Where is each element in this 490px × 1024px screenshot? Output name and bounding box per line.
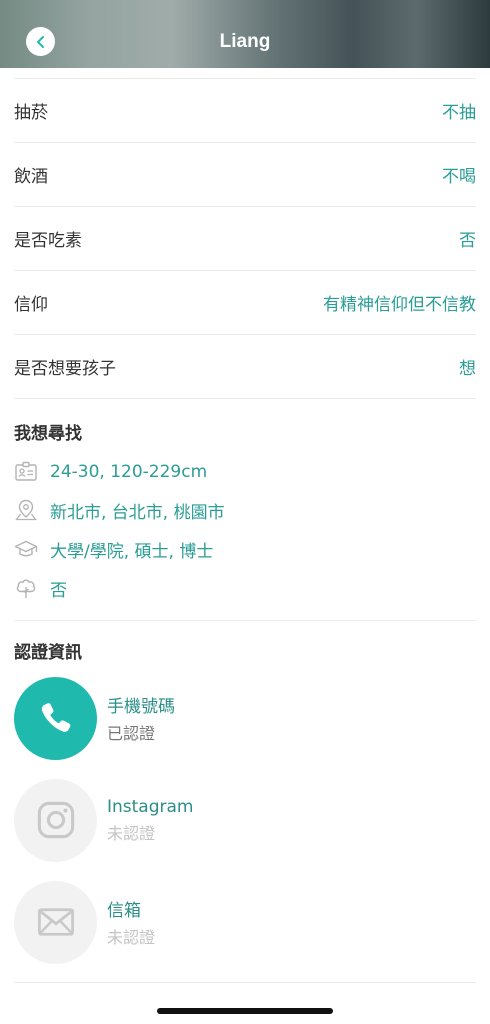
looking-for-age-height: 24-30, 120-229cm — [14, 457, 207, 487]
looking-for-title: 我想尋找 — [14, 424, 82, 444]
verification-status: 已認證 — [107, 724, 156, 743]
looking-for-text: 否 — [50, 580, 67, 601]
verification-name: Instagram — [107, 796, 194, 817]
detail-value: 想 — [459, 359, 476, 379]
detail-value: 否 — [459, 231, 476, 251]
looking-for-text: 新北市, 台北市, 桃園市 — [50, 502, 225, 523]
verification-badge — [14, 676, 97, 760]
profile-header: Liang — [0, 0, 490, 68]
looking-for-text: 大學/學院, 碩士, 博士 — [50, 541, 214, 562]
verification-title: 認證資訊 — [14, 643, 82, 663]
phone-icon — [37, 699, 75, 737]
detail-label: 抽菸 — [14, 103, 48, 123]
looking-for-text: 24-30, 120-229cm — [50, 462, 208, 482]
looking-for-education: 大學/學院, 碩士, 博士 — [14, 534, 213, 564]
verification-instagram: Instagram 未認證 — [14, 778, 194, 862]
detail-row-drinking: 飲酒 不喝 — [14, 143, 476, 207]
verification-name: 手機號碼 — [107, 697, 175, 717]
divider — [14, 982, 476, 983]
verification-phone: 手機號碼 已認證 — [14, 676, 175, 760]
location-pin-icon — [14, 498, 38, 522]
detail-label: 信仰 — [14, 295, 48, 315]
detail-row-vegetarian: 是否吃素 否 — [14, 207, 476, 271]
instagram-icon — [35, 799, 77, 841]
page-title: Liang — [219, 31, 271, 52]
divider — [14, 620, 476, 621]
detail-row-children: 是否想要孩子 想 — [14, 335, 476, 399]
detail-label: 飲酒 — [14, 167, 48, 187]
verification-name: 信箱 — [107, 901, 141, 921]
looking-for-other: 否 — [14, 573, 67, 603]
detail-value: 有精神信仰但不信教 — [323, 295, 476, 315]
id-card-icon — [14, 460, 38, 484]
mail-icon — [35, 901, 77, 943]
detail-row-religion: 信仰 有精神信仰但不信教 — [14, 271, 476, 335]
detail-label: 是否想要孩子 — [14, 359, 116, 379]
detail-row-smoking: 抽菸 不抽 — [14, 79, 476, 143]
detail-value: 不抽 — [442, 103, 476, 123]
looking-for-location: 新北市, 台北市, 桃園市 — [14, 495, 225, 525]
verification-badge — [14, 880, 97, 964]
verification-status: 未認證 — [107, 928, 156, 947]
verification-email: 信箱 未認證 — [14, 880, 155, 964]
graduation-cap-icon — [14, 537, 38, 561]
detail-label: 是否吃素 — [14, 231, 82, 251]
home-indicator[interactable] — [157, 1008, 333, 1014]
verification-badge — [14, 778, 97, 862]
verification-status: 未認證 — [107, 823, 156, 843]
detail-value: 不喝 — [442, 167, 476, 187]
tree-icon — [14, 576, 38, 600]
